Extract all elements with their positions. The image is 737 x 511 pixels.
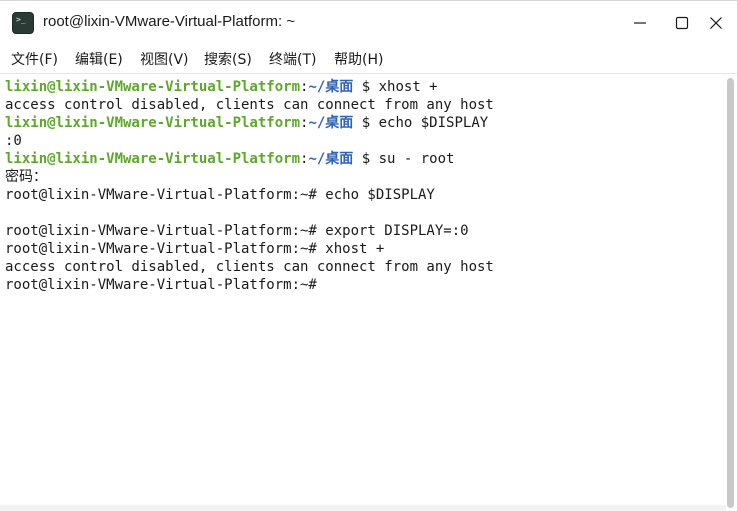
menu-help[interactable]: 帮助(H) <box>334 49 383 69</box>
scrollbar-thumb[interactable] <box>727 78 734 508</box>
title-bar[interactable]: >_ root@lixin-VMware-Virtual-Platform: ~ <box>0 0 737 44</box>
terminal-line: root@lixin-VMware-Virtual-Platform:~# ex… <box>5 223 469 239</box>
menu-search[interactable]: 搜索(S) <box>204 49 252 69</box>
prompt-path: ~/桌面 <box>308 151 354 167</box>
terminal-line: lixin@lixin-VMware-Virtual-Platform:~/桌面… <box>5 150 454 168</box>
command-text: $ xhost + <box>361 79 438 95</box>
menu-view[interactable]: 视图(V) <box>140 49 189 69</box>
command-text: $ echo $DISPLAY <box>361 115 489 131</box>
maximize-icon <box>675 16 689 30</box>
terminal-line: root@lixin-VMware-Virtual-Platform:~# xh… <box>5 241 385 257</box>
terminal-line: lixin@lixin-VMware-Virtual-Platform:~/桌面… <box>5 78 438 96</box>
terminal-icon-glyph: >_ <box>16 15 26 24</box>
terminal-line: root@lixin-VMware-Virtual-Platform:~# <box>5 277 317 293</box>
window-bottom-edge <box>0 505 726 511</box>
terminal-line: 密码： <box>5 169 47 185</box>
prompt-user-host: lixin@lixin-VMware-Virtual-Platform <box>5 79 301 95</box>
terminal-output[interactable]: lixin@lixin-VMware-Virtual-Platform:~/桌面… <box>0 75 726 511</box>
menu-terminal[interactable]: 终端(T) <box>269 49 316 69</box>
maximize-button[interactable] <box>667 8 697 38</box>
window-title: root@lixin-VMware-Virtual-Platform: ~ <box>43 13 296 30</box>
terminal-line: lixin@lixin-VMware-Virtual-Platform:~/桌面… <box>5 114 488 132</box>
terminal-line: access control disabled, clients can con… <box>5 259 494 275</box>
command-text: $ su - root <box>361 151 455 167</box>
terminal-line: access control disabled, clients can con… <box>5 97 494 113</box>
terminal-line: root@lixin-VMware-Virtual-Platform:~# ec… <box>5 187 435 203</box>
close-button[interactable] <box>701 8 731 38</box>
terminal-line: :0 <box>5 133 22 149</box>
minimize-button[interactable] <box>625 8 655 38</box>
menu-file[interactable]: 文件(F) <box>11 49 58 69</box>
close-icon <box>710 17 722 29</box>
menu-bar: 文件(F) 编辑(E) 视图(V) 搜索(S) 终端(T) 帮助(H) <box>0 44 737 74</box>
prompt-user-host: lixin@lixin-VMware-Virtual-Platform <box>5 115 301 131</box>
terminal-icon: >_ <box>12 12 34 34</box>
prompt-user-host: lixin@lixin-VMware-Virtual-Platform <box>5 151 301 167</box>
prompt-path: ~/桌面 <box>308 115 354 131</box>
prompt-path: ~/桌面 <box>308 79 354 95</box>
minimize-icon <box>634 22 646 24</box>
menu-edit[interactable]: 编辑(E) <box>75 49 123 69</box>
